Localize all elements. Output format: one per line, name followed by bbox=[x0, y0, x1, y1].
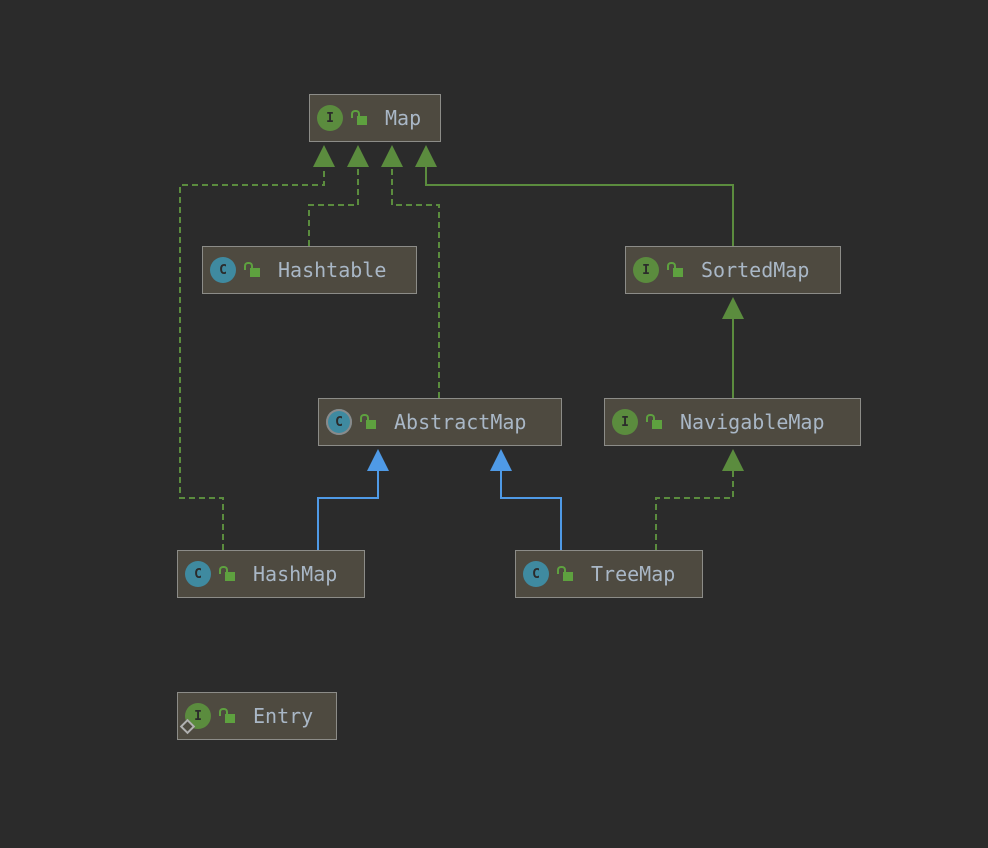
arrowhead-icon bbox=[490, 449, 512, 471]
unlocked-public-icon bbox=[646, 414, 662, 430]
interface-badge-icon: I bbox=[179, 703, 211, 735]
unlocked-public-icon bbox=[219, 566, 235, 582]
inner-diamond-icon bbox=[179, 718, 196, 735]
edge-line bbox=[308, 166, 359, 246]
arrowhead-icon bbox=[367, 449, 389, 471]
node-label: Map bbox=[385, 106, 422, 130]
interface-badge-icon: I bbox=[612, 409, 638, 435]
node-navigablemap[interactable]: I NavigableMap bbox=[604, 398, 861, 446]
arrowhead-icon bbox=[347, 145, 369, 167]
node-treemap[interactable]: C TreeMap bbox=[515, 550, 703, 598]
node-map[interactable]: I Map bbox=[309, 94, 441, 142]
unlocked-public-icon bbox=[351, 110, 367, 126]
edge-line bbox=[425, 166, 734, 246]
edge-line bbox=[179, 166, 325, 550]
arrowhead-icon bbox=[722, 449, 744, 471]
edge-navigablemap-to-sortedmap[interactable] bbox=[722, 297, 744, 398]
unlocked-public-icon bbox=[360, 414, 376, 430]
edge-line bbox=[655, 470, 734, 550]
edge-hashmap-to-abstractmap[interactable] bbox=[317, 449, 389, 550]
node-sortedmap[interactable]: I SortedMap bbox=[625, 246, 841, 294]
edge-treemap-to-abstractmap[interactable] bbox=[490, 449, 562, 550]
unlocked-public-icon bbox=[557, 566, 573, 582]
class-badge-icon: C bbox=[185, 561, 211, 587]
arrowhead-icon bbox=[313, 145, 335, 167]
node-hashtable[interactable]: C Hashtable bbox=[202, 246, 417, 294]
interface-badge-icon: I bbox=[317, 105, 343, 131]
node-label: SortedMap bbox=[701, 258, 810, 282]
edge-line bbox=[317, 470, 379, 550]
node-label: TreeMap bbox=[591, 562, 676, 586]
arrowhead-icon bbox=[722, 297, 744, 319]
node-label: Entry bbox=[253, 704, 314, 728]
node-label: AbstractMap bbox=[394, 410, 527, 434]
node-label: NavigableMap bbox=[680, 410, 825, 434]
interface-badge-icon: I bbox=[633, 257, 659, 283]
node-abstractmap[interactable]: C AbstractMap bbox=[318, 398, 562, 446]
unlocked-public-icon bbox=[219, 708, 235, 724]
edge-treemap-to-navigablemap[interactable] bbox=[655, 449, 744, 550]
node-label: HashMap bbox=[253, 562, 338, 586]
unlocked-public-icon bbox=[244, 262, 260, 278]
class-badge-icon: C bbox=[326, 409, 352, 435]
edge-sortedmap-to-map[interactable] bbox=[415, 145, 734, 246]
class-badge-icon: C bbox=[523, 561, 549, 587]
node-entry[interactable]: I Entry bbox=[177, 692, 337, 740]
node-label: Hashtable bbox=[278, 258, 387, 282]
arrowhead-icon bbox=[415, 145, 437, 167]
node-hashmap[interactable]: C HashMap bbox=[177, 550, 365, 598]
class-badge-icon: C bbox=[210, 257, 236, 283]
unlocked-public-icon bbox=[667, 262, 683, 278]
edge-line bbox=[500, 470, 562, 550]
arrowhead-icon bbox=[381, 145, 403, 167]
